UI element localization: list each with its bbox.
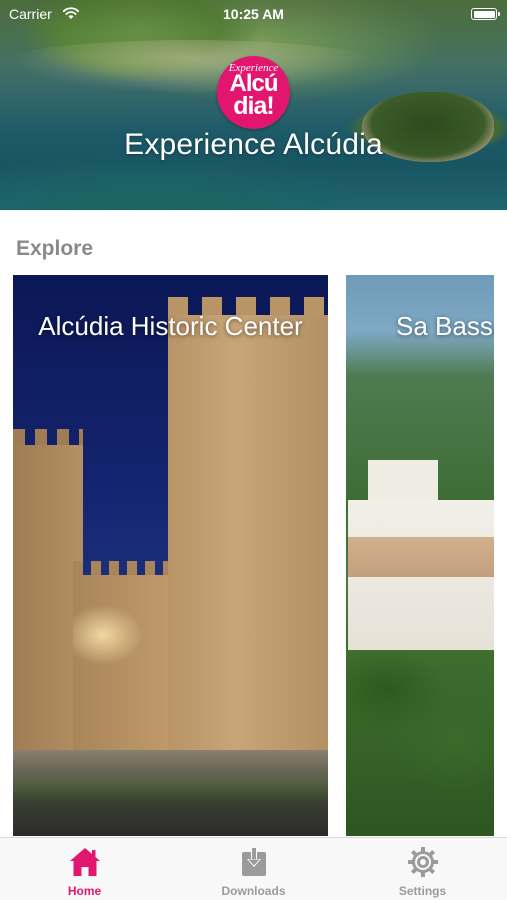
battery-icon bbox=[471, 8, 500, 20]
tab-home[interactable]: Home bbox=[0, 838, 169, 900]
header-hero-image: Carrier 10:25 AM Experience Alcú dia! Ex… bbox=[0, 0, 507, 210]
status-time: 10:25 AM bbox=[223, 6, 284, 22]
gear-icon bbox=[407, 847, 438, 877]
status-bar: Carrier 10:25 AM bbox=[0, 0, 507, 28]
explore-card-historic-center[interactable]: Alcúdia Historic Center bbox=[13, 275, 328, 836]
house-icon bbox=[69, 848, 100, 876]
tab-label: Home bbox=[67, 884, 102, 898]
download-icon bbox=[241, 848, 266, 876]
tab-settings[interactable]: Settings bbox=[338, 838, 507, 900]
explore-card-sa-bassa-museum[interactable]: Sa Bassa Museum bbox=[346, 275, 494, 836]
tab-label: Downloads bbox=[221, 884, 286, 898]
explore-section-title: Explore bbox=[16, 237, 94, 260]
tab-bar: Home Downloads Settings bbox=[0, 837, 507, 900]
tab-downloads[interactable]: Downloads bbox=[169, 838, 338, 900]
logo-line-2: dia! bbox=[233, 92, 274, 120]
page-title: Experience Alcúdia bbox=[124, 128, 383, 161]
card-title: Sa Bassa Museum bbox=[396, 311, 494, 341]
brand-logo: Experience Alcú dia! bbox=[217, 56, 290, 129]
tab-label: Settings bbox=[398, 884, 447, 898]
card-title: Alcúdia Historic Center bbox=[38, 311, 303, 341]
